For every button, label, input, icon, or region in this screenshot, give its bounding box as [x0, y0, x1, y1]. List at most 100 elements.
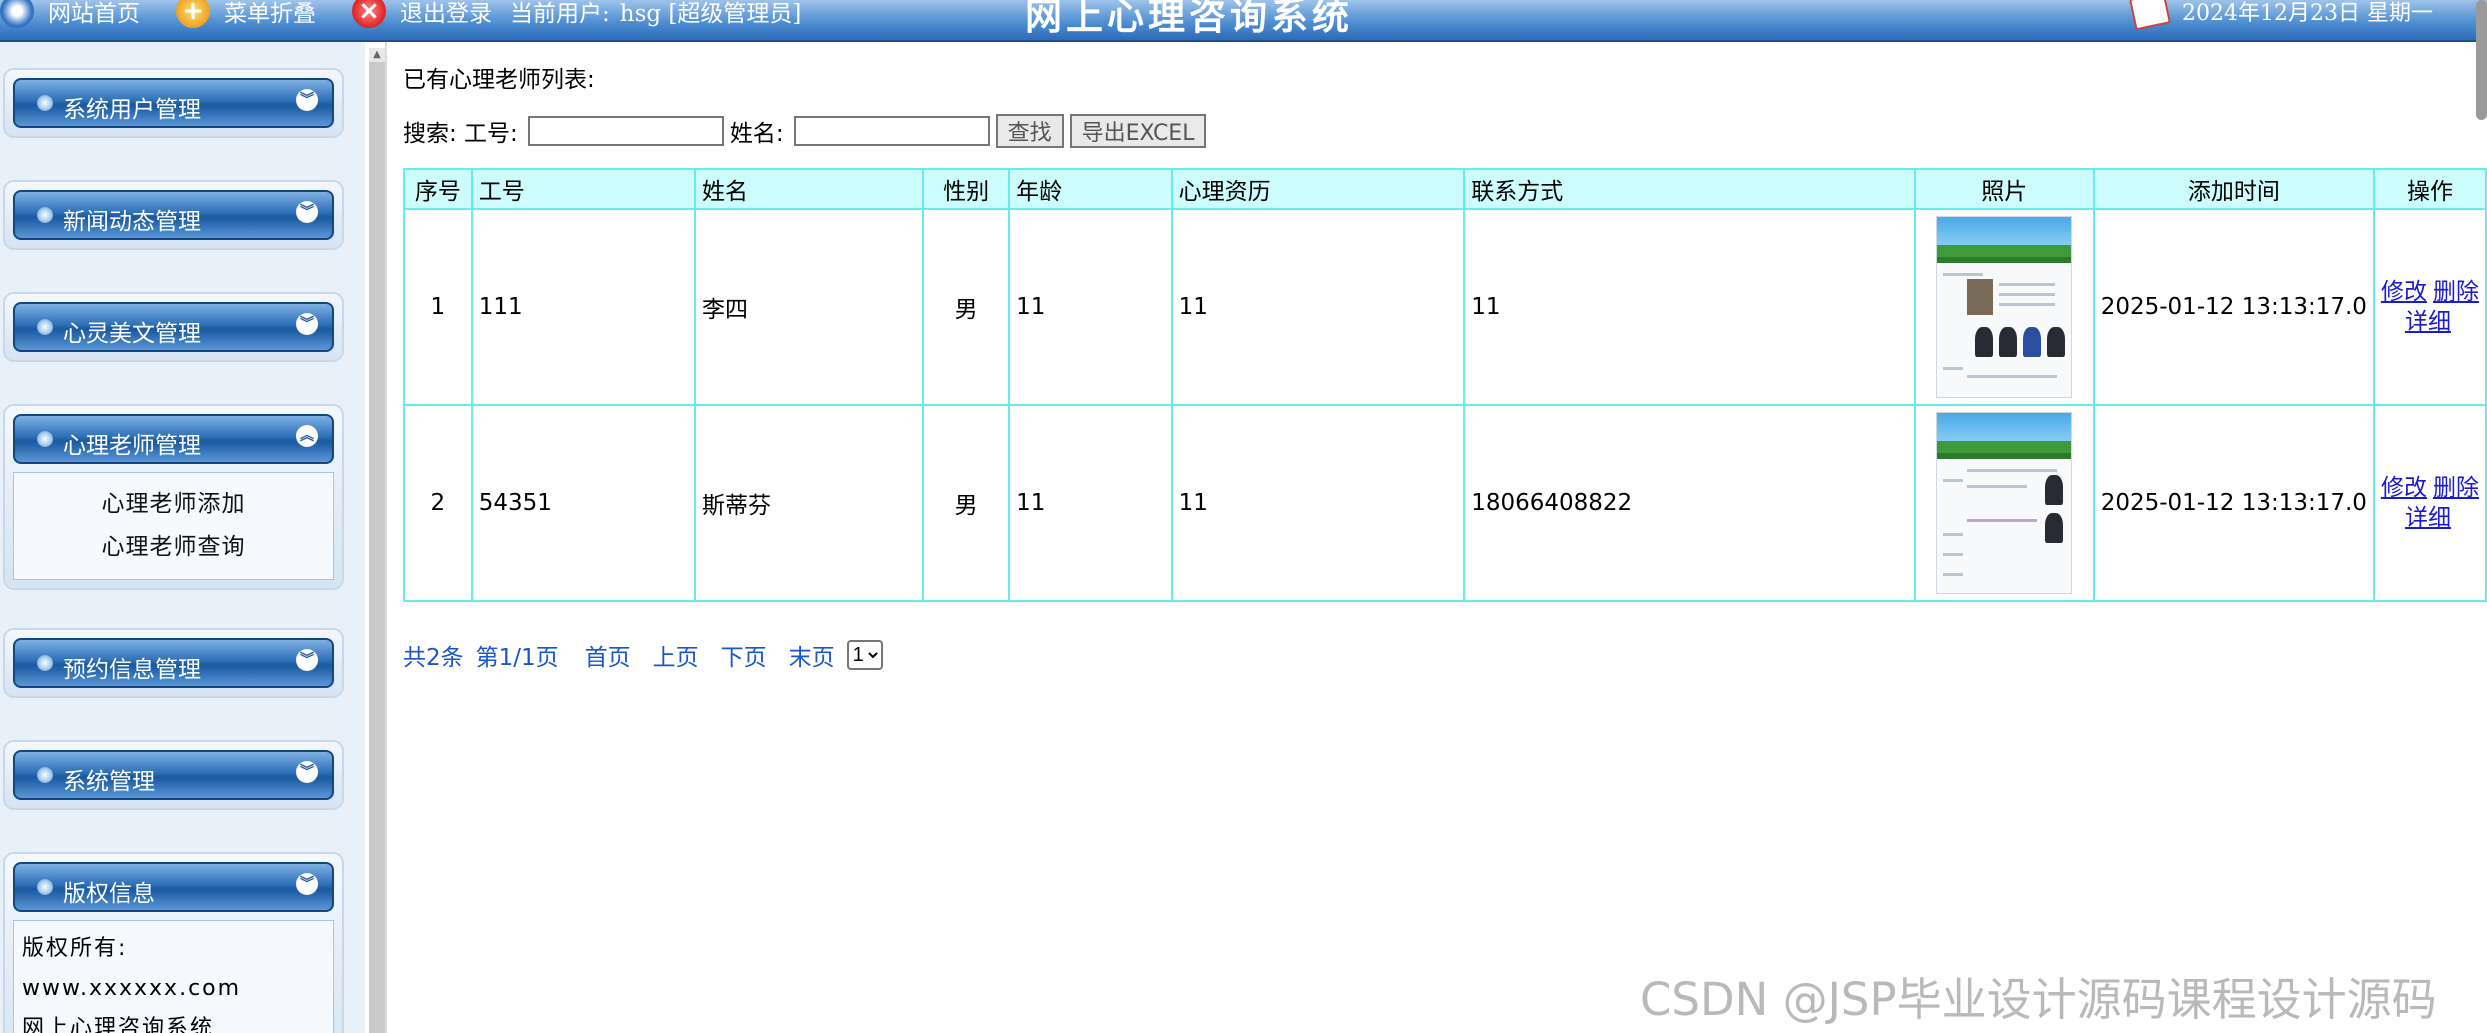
photo-face — [2045, 475, 2064, 505]
sidebar-scrollbar[interactable]: ▲ — [369, 48, 385, 1033]
top-bar: 网站首页 + 菜单折叠 × 退出登录 当前用户: hsg [超级管理员] 网上心… — [0, 0, 2487, 42]
cell-photo — [1913, 404, 2095, 602]
search-label: 搜索: 工号: — [403, 121, 518, 147]
col-header-gender: 性别 — [922, 168, 1011, 210]
cell-age: 11 — [1008, 208, 1173, 406]
sidebar-header-system[interactable]: 系统管理 ︾ — [13, 750, 334, 800]
sidebar-header-label: 系统管理 — [63, 769, 155, 795]
last-page-link[interactable]: 末页 — [789, 638, 835, 672]
sidebar-submenu-teachers: 心理老师添加 心理老师查询 — [13, 472, 334, 580]
sidebar-header-teachers[interactable]: 心理老师管理 ︽ — [13, 414, 334, 464]
photo-line — [1943, 367, 1964, 370]
cell-index: 1 — [403, 208, 473, 406]
cell-time: 2025-01-12 13:13:17.0 — [2092, 404, 2375, 602]
page-scrollbar[interactable] — [2476, 0, 2487, 120]
photo-line — [1999, 293, 2056, 296]
bullet-icon — [37, 767, 53, 783]
cell-qualification: 11 — [1170, 404, 1466, 602]
home-link[interactable]: 网站首页 — [0, 0, 140, 28]
sidebar-header-label: 版权信息 — [63, 881, 155, 907]
next-page-link[interactable]: 下页 — [721, 638, 767, 672]
prev-page-link[interactable]: 上页 — [653, 638, 699, 672]
first-page-link[interactable]: 首页 — [585, 638, 631, 672]
bullet-icon — [37, 879, 53, 895]
photo-line — [1967, 485, 2028, 488]
cell-id: 111 — [470, 208, 697, 406]
photo-line — [1967, 519, 2038, 522]
sidebar-header-system-users[interactable]: 系统用户管理 ︾ — [13, 78, 334, 128]
teacher-photo[interactable] — [1936, 412, 2073, 594]
col-header-contact: 联系方式 — [1463, 168, 1916, 210]
teacher-name-input[interactable] — [793, 116, 990, 146]
sidebar-header-label: 预约信息管理 — [63, 657, 201, 683]
sidebar-header-label: 系统用户管理 — [63, 97, 201, 123]
delete-link[interactable]: 删除 — [2433, 473, 2479, 503]
current-user: 当前用户: hsg [超级管理员] — [510, 0, 801, 28]
detail-link[interactable]: 详细 — [2405, 307, 2479, 337]
cell-age: 11 — [1008, 404, 1173, 602]
sidebar-item-teacher-query[interactable]: 心理老师查询 — [14, 526, 333, 569]
teacher-photo[interactable] — [1936, 216, 2073, 398]
sidebar-header-label: 新闻动态管理 — [63, 209, 201, 235]
plus-icon: + — [176, 0, 210, 28]
search-bar: 搜索: 工号: 姓名: 查找 导出EXCEL — [403, 112, 1207, 150]
cell-contact: 18066408822 — [1463, 404, 1916, 602]
current-user-value: hsg [超级管理员] — [619, 1, 802, 27]
sidebar-header-appointments[interactable]: 预约信息管理 ︾ — [13, 638, 334, 688]
date-display: 2024年12月23日 星期一 — [2129, 0, 2433, 31]
edit-link[interactable]: 修改 — [2381, 277, 2427, 307]
sidebar-group-system: 系统管理 ︾ — [5, 742, 342, 808]
col-header-qualification: 心理资历 — [1170, 168, 1466, 210]
photo-nav — [1937, 453, 2072, 459]
chevron-down-icon: ︾ — [296, 649, 318, 671]
copyright-line: 网上心理咨询系统 — [22, 1016, 215, 1033]
page-select[interactable]: 1 — [846, 640, 883, 670]
close-icon: × — [352, 0, 386, 28]
menu-toggle-link[interactable]: + 菜单折叠 — [176, 0, 316, 28]
scroll-up-arrow-icon[interactable]: ▲ — [369, 48, 385, 62]
detail-link[interactable]: 详细 — [2405, 503, 2479, 533]
find-button[interactable]: 查找 — [995, 114, 1064, 148]
bullet-icon — [37, 431, 53, 447]
teacher-table: 序号 工号 姓名 性别 年龄 心理资历 联系方式 照片 添加时间 操作 1 11… — [403, 168, 2487, 602]
bullet-icon — [37, 319, 53, 335]
current-user-label: 当前用户: — [510, 1, 610, 27]
teacher-id-input[interactable] — [527, 116, 724, 146]
sidebar-header-news[interactable]: 新闻动态管理 ︾ — [13, 190, 334, 240]
frame-divider — [385, 42, 387, 1033]
chevron-down-icon: ︾ — [296, 89, 318, 111]
col-header-index: 序号 — [403, 168, 473, 210]
bullet-icon — [37, 207, 53, 223]
sidebar-header-articles[interactable]: 心灵美文管理 ︾ — [13, 302, 334, 352]
sidebar-group-appointments: 预约信息管理 ︾ — [5, 630, 342, 696]
col-header-actions: 操作 — [2372, 168, 2487, 210]
system-title: 网上心理咨询系统 — [1025, 0, 1353, 38]
chevron-up-icon: ︽ — [296, 425, 318, 447]
photo-line — [1943, 479, 1964, 482]
actions-row: 修改 删除 — [2381, 473, 2479, 503]
actions-row: 修改 删除 — [2381, 277, 2479, 307]
photo-line — [1999, 283, 2056, 286]
photo-face — [1999, 327, 2018, 357]
col-header-name: 姓名 — [694, 168, 925, 210]
sidebar-header-copyright[interactable]: 版权信息 ︾ — [13, 862, 334, 912]
sidebar-group-news: 新闻动态管理 ︾ — [5, 182, 342, 248]
export-excel-button[interactable]: 导出EXCEL — [1069, 114, 1207, 148]
photo-line — [1943, 573, 1964, 576]
watermark: CSDN @JSP毕业设计源码课程设计源码 — [1640, 973, 2437, 1026]
chevron-down-icon: ︾ — [296, 761, 318, 783]
logout-link[interactable]: × 退出登录 — [352, 0, 492, 28]
sidebar-item-teacher-add[interactable]: 心理老师添加 — [14, 483, 333, 526]
edit-link[interactable]: 修改 — [2381, 473, 2427, 503]
col-header-photo: 照片 — [1913, 168, 2095, 210]
photo-face — [2047, 327, 2066, 357]
copyright-line: www.xxxxxx.com — [22, 976, 242, 1001]
delete-link[interactable]: 删除 — [2433, 277, 2479, 307]
photo-line — [1967, 375, 2058, 378]
cell-photo — [1913, 208, 2095, 406]
cell-name: 李四 — [694, 208, 925, 406]
photo-face — [2045, 513, 2064, 543]
total-count: 共2条 — [403, 645, 464, 671]
sidebar-group-copyright: 版权信息 ︾ 版权所有: www.xxxxxx.com 网上心理咨询系统 — [5, 854, 342, 1033]
sidebar-header-label: 心灵美文管理 — [63, 321, 201, 347]
